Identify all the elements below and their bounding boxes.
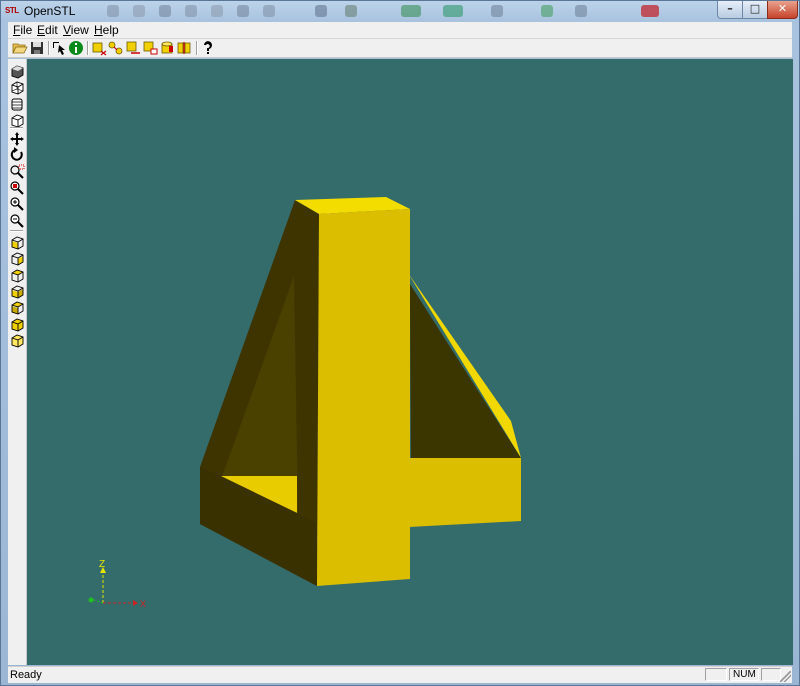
zoom-window-icon[interactable] — [9, 164, 25, 180]
zoom-fit-icon[interactable] — [9, 180, 25, 196]
rotate-icon[interactable] — [9, 147, 25, 163]
select-pointer-icon[interactable] — [52, 40, 68, 56]
desktop-app-icon — [315, 5, 327, 17]
app-logo: STL — [5, 6, 19, 15]
background-desktop-icons — [101, 2, 691, 20]
axis-triad: Z X — [88, 559, 146, 609]
minimize-button[interactable]: – — [717, 1, 743, 19]
help-icon[interactable] — [200, 40, 216, 56]
window-title: OpenSTL — [24, 4, 76, 18]
desktop-app-icon — [133, 5, 145, 17]
maximize-button[interactable]: □ — [742, 1, 768, 19]
title-bar[interactable]: STL OpenSTL – □ ✕ — [1, 1, 799, 21]
status-pane-num: NUM — [729, 668, 759, 681]
x-axis-label: X — [140, 599, 146, 609]
back-view-icon[interactable] — [9, 250, 25, 266]
desktop-app-icon — [443, 5, 463, 17]
view-toolbar — [8, 59, 27, 665]
iso-view-icon[interactable] — [9, 332, 25, 348]
toolbar-separator — [48, 41, 49, 55]
model-canvas[interactable]: Z X — [27, 59, 793, 665]
desktop-app-icon — [263, 5, 275, 17]
toolbar-separator — [196, 41, 197, 55]
pillar-front-face — [317, 209, 410, 586]
status-text: Ready — [10, 669, 42, 681]
back-gusset-inner-face — [408, 281, 521, 464]
cylinder-icon[interactable] — [159, 40, 175, 56]
desktop-app-icon — [641, 5, 659, 17]
z-axis-label: Z — [99, 559, 105, 570]
wireframe-view-icon[interactable] — [9, 79, 25, 95]
connect-icon[interactable] — [108, 40, 124, 56]
toolbar-separator — [10, 230, 23, 231]
desktop-app-icon — [185, 5, 197, 17]
top-view-icon[interactable] — [9, 299, 25, 315]
zoom-in-icon[interactable] — [9, 196, 25, 212]
desktop-app-icon — [211, 5, 223, 17]
menu-help[interactable]: Help — [94, 23, 119, 37]
desktop-app-icon — [159, 5, 171, 17]
desktop-app-icon — [491, 5, 503, 17]
front-view-icon[interactable] — [9, 234, 25, 250]
box-view-icon[interactable] — [9, 112, 25, 128]
y-axis-marker — [88, 597, 94, 603]
toolbar-separator — [10, 127, 23, 128]
right-view-icon[interactable] — [9, 283, 25, 299]
desktop-app-icon — [541, 5, 553, 17]
bottom-view-icon[interactable] — [9, 316, 25, 332]
resize-grip[interactable] — [780, 671, 791, 682]
menu-edit[interactable]: Edit — [37, 23, 58, 37]
save-icon[interactable] — [29, 40, 45, 56]
slice-icon[interactable] — [176, 40, 192, 56]
desktop-app-icon — [345, 5, 357, 17]
status-bar: Ready NUM — [8, 666, 792, 683]
desktop-app-icon — [107, 5, 119, 17]
main-toolbar — [8, 39, 792, 58]
open-icon[interactable] — [12, 40, 28, 56]
cut-plane-icon[interactable] — [91, 40, 107, 56]
menu-view[interactable]: View — [63, 23, 89, 37]
info-icon[interactable] — [68, 40, 84, 56]
desktop-app-icon — [401, 5, 421, 17]
zoom-out-icon[interactable] — [9, 213, 25, 229]
3d-viewport[interactable]: Z X — [27, 59, 793, 665]
edge-icon[interactable] — [125, 40, 141, 56]
pan-icon[interactable] — [9, 131, 25, 147]
menu-file[interactable]: File — [13, 23, 32, 37]
status-pane-scroll — [761, 668, 781, 681]
menu-bar: File Edit View Help — [8, 22, 792, 39]
app-window: STL OpenSTL – □ ✕ File Edit View Help Z … — [0, 0, 800, 686]
shaded-view-icon[interactable] — [9, 63, 25, 79]
left-view-icon[interactable] — [9, 267, 25, 283]
surface-icon[interactable] — [142, 40, 158, 56]
status-pane-caps — [705, 668, 727, 681]
toolbar-separator — [87, 41, 88, 55]
desktop-app-icon — [237, 5, 249, 17]
desktop-app-icon — [575, 5, 587, 17]
back-arm-front-face — [409, 458, 521, 527]
x-axis-arrow — [133, 600, 138, 606]
points-view-icon[interactable] — [9, 96, 25, 112]
close-button[interactable]: ✕ — [767, 1, 798, 19]
